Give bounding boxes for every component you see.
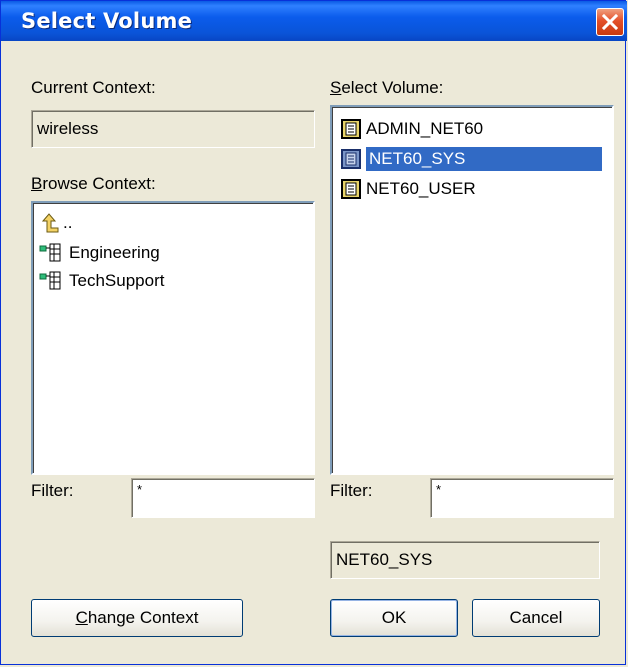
volume-list[interactable]: ADMIN_NET60 NET60_SYS NET60_USER	[330, 105, 614, 475]
volume-filter-label: Filter:	[330, 481, 373, 500]
volume-icon	[341, 149, 361, 169]
browse-filter-input[interactable]: *	[131, 478, 315, 518]
organization-icon	[39, 243, 61, 262]
list-item-techsupport[interactable]: TechSupport	[39, 267, 164, 295]
current-context-value: wireless	[37, 119, 99, 138]
list-item-parent[interactable]: ..	[39, 209, 72, 237]
ok-button[interactable]: OK	[330, 599, 458, 637]
browse-context-label: Browse Context:	[31, 174, 156, 193]
selected-volume-value: NET60_SYS	[336, 550, 433, 569]
title-bar[interactable]: Select Volume	[1, 1, 627, 41]
volume-icon	[341, 179, 361, 199]
current-context-field: wireless	[31, 110, 315, 148]
browse-filter-label: Filter:	[31, 481, 74, 500]
organization-icon	[39, 271, 61, 290]
volume-icon	[341, 119, 361, 139]
up-arrow-icon	[41, 213, 59, 233]
list-item-net60-user[interactable]: NET60_USER	[340, 175, 476, 203]
list-item-admin-net60[interactable]: ADMIN_NET60	[340, 115, 483, 143]
current-context-label: Current Context:	[31, 78, 156, 97]
close-icon	[602, 14, 618, 30]
change-context-button[interactable]: Change Context	[31, 599, 243, 637]
select-volume-label: Select Volume:	[330, 78, 444, 97]
close-button[interactable]	[596, 8, 624, 36]
selected-volume-field: NET60_SYS	[330, 541, 600, 579]
list-item-engineering[interactable]: Engineering	[39, 239, 160, 267]
select-volume-dialog: Select Volume Current Context: wireless …	[0, 0, 627, 665]
window-title: Select Volume	[21, 9, 193, 33]
browse-context-list[interactable]: .. Engineering TechSupport	[31, 201, 315, 475]
volume-filter-input[interactable]: *	[430, 478, 614, 518]
cancel-button[interactable]: Cancel	[472, 599, 600, 637]
list-item-net60-sys[interactable]: NET60_SYS	[340, 145, 602, 173]
